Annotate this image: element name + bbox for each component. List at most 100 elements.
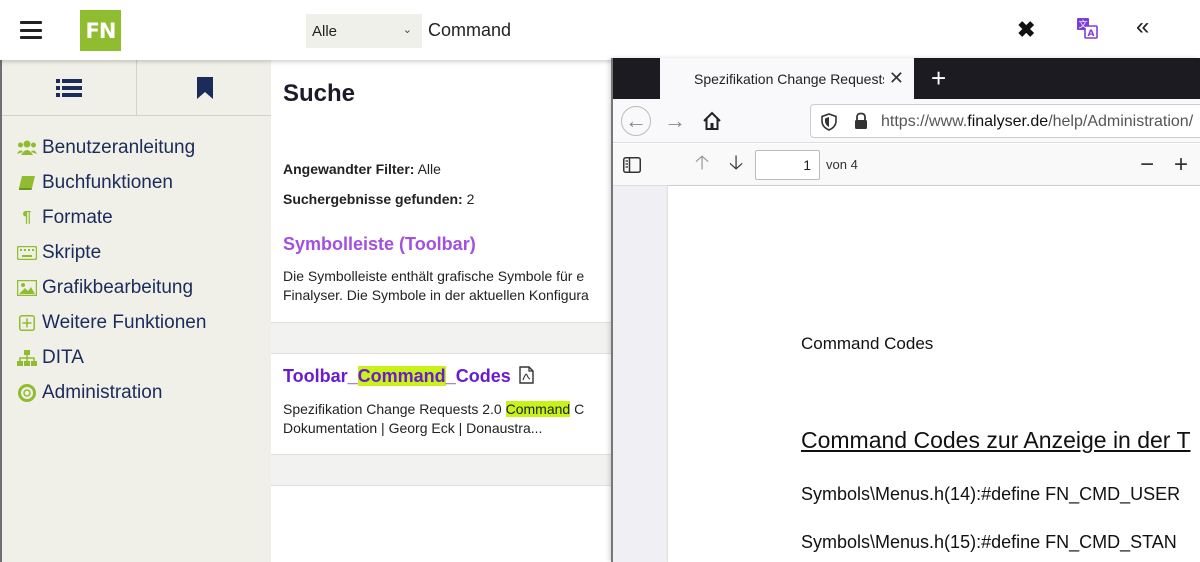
plus-square-icon xyxy=(16,314,38,331)
sidebar-menu: Benutzeranleitung Buchfunktionen ¶ Forma… xyxy=(16,130,206,410)
browser-nav-bar: ← → https://www.finalyser.de/help/Admini… xyxy=(613,99,1200,143)
tab-bookmarks[interactable] xyxy=(138,60,271,116)
sidebar-item-label: Buchfunktionen xyxy=(42,171,173,193)
translate-icon[interactable]: 文 A xyxy=(1076,17,1098,39)
shield-icon[interactable] xyxy=(821,113,837,136)
sidebar-item-label: Administration xyxy=(42,381,163,403)
applied-filter-label: Angewandter Filter: xyxy=(283,161,415,177)
result-description: Die Symbolleiste enthält grafische Symbo… xyxy=(283,267,589,305)
page-title: Suche xyxy=(283,80,356,107)
sidebar-item-label: Weitere Funktionen xyxy=(42,311,207,333)
url-domain: finalyser.de xyxy=(967,113,1049,130)
bookmark-icon xyxy=(196,77,213,99)
applied-filter-value: Alle xyxy=(417,161,441,177)
menu-icon[interactable] xyxy=(20,21,42,39)
sidebar-item-label: Formate xyxy=(42,206,113,228)
result-description-line: Finalyser. Die Symbole in der aktuellen … xyxy=(283,287,589,303)
result-description-line: Spezifikation Change Requests 2.0 Comman… xyxy=(283,400,584,419)
browser-tab-strip: Spezifikation Change Requests ✕ + xyxy=(613,58,1200,99)
sidebar-item-administration[interactable]: Administration xyxy=(16,375,206,410)
sidebar-item-dita[interactable]: DITA xyxy=(16,340,206,375)
url-text: https://www.finalyser.de/help/Administra… xyxy=(881,113,1193,131)
sidebar-item-grafikbearbeitung[interactable]: Grafikbearbeitung xyxy=(16,270,206,305)
sidebar-item-skripte[interactable]: Skripte xyxy=(16,235,206,270)
sidebar-item-label: Skripte xyxy=(42,241,102,263)
url-suffix: /help/Administration/ xyxy=(1048,113,1194,130)
applied-filter: Angewandter Filter: Alle xyxy=(283,161,441,177)
sidebar-item-label: Benutzeranleitung xyxy=(42,136,196,158)
result-separator xyxy=(271,454,611,486)
filter-select[interactable]: Alle ⌄ xyxy=(306,14,422,48)
sidebar-toggle-icon[interactable] xyxy=(619,152,645,178)
app-root: FN Alle ⌄ Command ✖ 文 A « Benutzeranleit… xyxy=(0,0,1200,562)
sidebar-item-formate[interactable]: ¶ Formate xyxy=(16,200,206,235)
sidebar-item-label: Grafikbearbeitung xyxy=(42,276,194,298)
result-description-part: C xyxy=(570,401,585,417)
top-bar: FN Alle ⌄ Command ✖ 文 A « xyxy=(0,0,1200,60)
results-count-label: Suchergebnisse gefunden: xyxy=(283,191,463,207)
double-chevron-left-icon[interactable]: « xyxy=(1136,15,1149,39)
browser-tab-title: Spezifikation Change Requests xyxy=(694,70,884,87)
sidebar: Benutzeranleitung Buchfunktionen ¶ Forma… xyxy=(0,60,271,562)
result-description-part: Spezifikation Change Requests 2.0 xyxy=(283,401,506,417)
results-count: Suchergebnisse gefunden: 2 xyxy=(283,191,474,207)
search-results-panel: Suche Angewandter Filter: Alle Suchergeb… xyxy=(271,60,611,562)
lifebuoy-icon xyxy=(16,383,38,402)
result-title-link[interactable]: Symbolleiste (Toolbar) xyxy=(283,234,476,255)
result-title-part: _Codes xyxy=(445,366,511,386)
previous-page-icon[interactable]: 🡡 xyxy=(689,152,715,178)
sidebar-item-benutzeranleitung[interactable]: Benutzeranleitung xyxy=(16,130,206,165)
result-title-highlight: Command xyxy=(357,366,446,386)
forward-arrow-icon[interactable]: → xyxy=(660,106,690,136)
result-description-line: Die Symbolleiste enthält grafische Symbo… xyxy=(283,268,585,284)
sidebar-item-label: DITA xyxy=(42,346,84,368)
pdf-page: Command Codes Command Codes zur Anzeige … xyxy=(668,186,1200,562)
result-title-link[interactable]: Toolbar_Command_Codes xyxy=(283,366,534,389)
close-icon[interactable]: ✖ xyxy=(1017,18,1035,42)
tab-contents[interactable] xyxy=(2,60,137,116)
sidebar-tabs xyxy=(2,60,271,116)
sidebar-item-buchfunktionen[interactable]: Buchfunktionen xyxy=(16,165,206,200)
pdf-heading-small: Command Codes xyxy=(801,334,934,353)
svg-text:A: A xyxy=(1088,29,1095,39)
search-input[interactable]: Command xyxy=(428,20,511,41)
pdf-file-icon xyxy=(519,366,534,389)
zoom-out-icon[interactable]: − xyxy=(1134,151,1160,178)
url-prefix: https://www. xyxy=(881,113,968,130)
svg-text:文: 文 xyxy=(1078,19,1087,31)
back-arrow-icon[interactable]: ← xyxy=(621,106,651,136)
paragraph-icon: ¶ xyxy=(22,208,32,226)
next-page-icon[interactable]: 🡣 xyxy=(723,152,749,178)
chevron-down-icon: ⌄ xyxy=(402,24,412,36)
logo[interactable]: FN xyxy=(80,10,121,51)
browser-tab[interactable]: Spezifikation Change Requests ✕ xyxy=(660,58,914,99)
new-tab-icon[interactable]: + xyxy=(931,64,946,92)
list-icon xyxy=(56,79,82,97)
sitemap-icon xyxy=(16,349,38,366)
lock-icon[interactable] xyxy=(853,112,869,135)
result-title-part: Toolbar_ xyxy=(283,366,358,386)
users-icon xyxy=(16,140,38,156)
pdf-heading-large: Command Codes zur Anzeige in der T xyxy=(801,427,1191,453)
result-description-highlight: Command xyxy=(505,401,571,417)
result-separator xyxy=(271,322,611,354)
result-description: Spezifikation Change Requests 2.0 Comman… xyxy=(283,400,584,438)
results-count-value: 2 xyxy=(466,191,475,207)
page-number-input[interactable]: 1 xyxy=(755,150,820,180)
close-tab-icon[interactable]: ✕ xyxy=(889,68,904,88)
pdf-toolbar: 🡡 🡣 1 von 4 − + xyxy=(613,144,1200,186)
pdf-text-line: Symbols\Menus.h(15):#define FN_CMD_STAN xyxy=(801,532,1177,552)
pdf-viewer[interactable]: Command Codes Command Codes zur Anzeige … xyxy=(613,186,1200,562)
zoom-in-icon[interactable]: + xyxy=(1168,151,1194,178)
filter-select-value: Alle xyxy=(312,22,338,40)
image-icon xyxy=(16,279,38,296)
page-total: von 4 xyxy=(826,157,858,172)
result-description-line: Dokumentation | Georg Eck | Donaustra... xyxy=(283,420,543,436)
home-icon[interactable] xyxy=(697,106,727,136)
keyboard-icon xyxy=(16,245,38,260)
sidebar-item-weitere-funktionen[interactable]: Weitere Funktionen xyxy=(16,305,206,340)
browser-window: Spezifikation Change Requests ✕ + ← → ht… xyxy=(611,58,1200,562)
url-bar[interactable]: https://www.finalyser.de/help/Administra… xyxy=(810,104,1200,138)
pdf-text-line: Symbols\Menus.h(14):#define FN_CMD_USER xyxy=(801,484,1181,504)
book-icon xyxy=(16,175,38,191)
